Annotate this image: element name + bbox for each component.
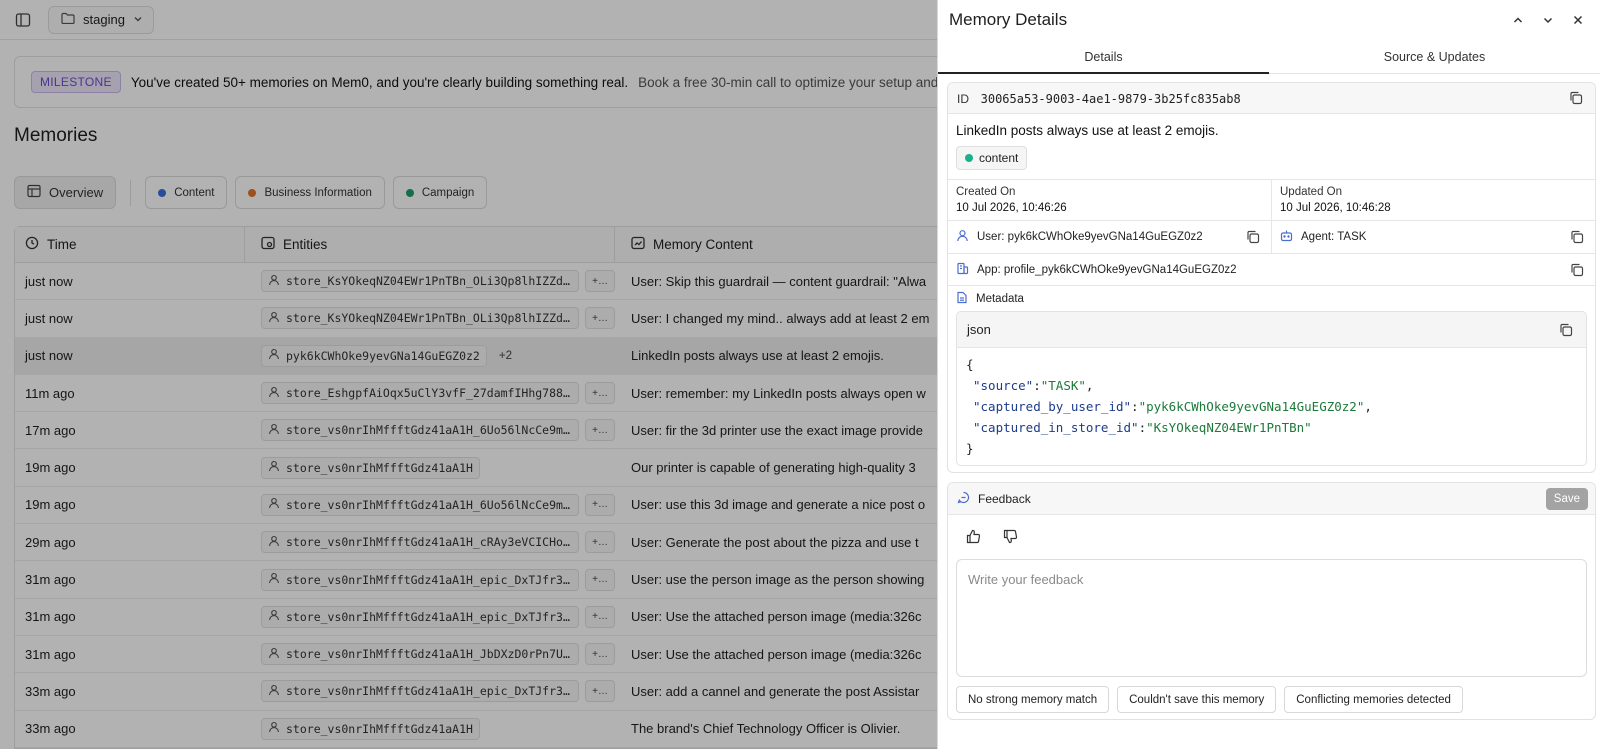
feedback-header: Feedback Save [948, 483, 1595, 515]
agent-entity: Agent: TASK [1271, 221, 1595, 253]
agent-value: Agent: TASK [1301, 231, 1367, 243]
chevron-down-icon[interactable] [1536, 8, 1560, 32]
memory-details-panel: Memory Details Details Source & Updates … [937, 0, 1600, 749]
user-value: User: pyk6kCWhOke9yevGNa14GuEGZ0z2 [977, 231, 1203, 243]
copy-icon[interactable] [1566, 88, 1586, 108]
reason-conflicting-button[interactable]: Conflicting memories detected [1284, 686, 1463, 713]
category-tag: content [956, 146, 1028, 170]
user-entity: User: pyk6kCWhOke9yevGNa14GuEGZ0z2 [948, 221, 1271, 253]
json-label: json [967, 322, 991, 337]
json-key: "captured_in_store_id" [973, 420, 1139, 435]
category-dot [965, 154, 973, 162]
panel-tabs: Details Source & Updates [938, 40, 1600, 74]
updated-on: Updated On 10 Jul 2026, 10:46:28 [1271, 180, 1595, 220]
updated-on-label: Updated On [1280, 186, 1343, 198]
feedback-reasons: No strong memory match Couldn't save thi… [948, 677, 1595, 713]
copy-icon[interactable] [1243, 227, 1263, 247]
json-value: "KsYOkeqNZ04EWr1PnTBn" [1146, 420, 1312, 435]
close-icon[interactable] [1566, 8, 1590, 32]
json-comma: , [1085, 378, 1094, 393]
metadata-label: Metadata [976, 292, 1024, 305]
updated-on-value: 10 Jul 2026, 10:46:28 [1280, 202, 1391, 214]
json-value: "pyk6kCWhOke9yevGNa14GuEGZ0z2" [1138, 399, 1365, 414]
copy-icon[interactable] [1556, 320, 1576, 340]
memory-text: LinkedIn posts always use at least 2 emo… [956, 123, 1219, 138]
json-line: "captured_in_store_id":"KsYOkeqNZ04EWr1P… [973, 420, 1312, 435]
memory-id-value: 30065a53-9003-4ae1-9879-3b25fc835ab8 [980, 91, 1241, 106]
app-value: App: profile_pyk6kCWhOke9yevGNa14GuEGZ0z… [977, 263, 1237, 276]
json-key: "captured_by_user_id" [973, 399, 1132, 414]
user-icon [956, 229, 969, 245]
save-feedback-button[interactable]: Save [1545, 487, 1588, 510]
json-open-brace: { [966, 357, 974, 372]
json-value: "TASK" [1040, 378, 1086, 393]
memory-id-row: ID 30065a53-9003-4ae1-9879-3b25fc835ab8 [948, 83, 1595, 114]
copy-icon[interactable] [1567, 227, 1587, 247]
panel-header: Memory Details [938, 0, 1600, 40]
id-label: ID [957, 91, 969, 106]
rating-buttons [948, 515, 1595, 547]
feedback-textarea[interactable]: Write your feedback [956, 559, 1587, 677]
json-header: json [957, 312, 1586, 348]
identity-row: User: pyk6kCWhOke9yevGNa14GuEGZ0z2 Agent… [948, 220, 1595, 253]
copy-icon[interactable] [1567, 260, 1587, 280]
json-content: { "source":"TASK", "captured_by_user_id"… [957, 348, 1586, 465]
json-line: "source":"TASK", [973, 378, 1094, 393]
document-icon [956, 291, 968, 307]
app-entity: App: profile_pyk6kCWhOke9yevGNa14GuEGZ0z… [948, 253, 1595, 285]
modal-backdrop[interactable] [0, 0, 937, 749]
metadata-json: json { "source":"TASK", "captured_by_use… [956, 311, 1587, 466]
reason-save-failed-button[interactable]: Couldn't save this memory [1117, 686, 1277, 713]
json-key: "source" [973, 378, 1034, 393]
metadata-header: Metadata [948, 285, 1595, 311]
created-on-value: 10 Jul 2026, 10:46:26 [956, 202, 1067, 214]
chat-icon [957, 491, 970, 507]
thumbs-up-icon[interactable] [966, 529, 981, 547]
reason-no-match-button[interactable]: No strong memory match [956, 686, 1110, 713]
timestamps: Created On 10 Jul 2026, 10:46:26 Updated… [948, 179, 1595, 220]
feedback-label: Feedback [978, 491, 1031, 506]
created-on: Created On 10 Jul 2026, 10:46:26 [948, 180, 1271, 220]
chevron-up-icon[interactable] [1506, 8, 1530, 32]
tab-source-updates[interactable]: Source & Updates [1269, 40, 1600, 73]
tab-details[interactable]: Details [938, 40, 1269, 74]
json-comma: , [1364, 399, 1372, 414]
created-on-label: Created On [956, 186, 1016, 198]
panel-title: Memory Details [949, 10, 1068, 29]
json-close-brace: } [966, 441, 974, 456]
category-tag-label: content [979, 151, 1019, 165]
memory-card: ID 30065a53-9003-4ae1-9879-3b25fc835ab8 … [947, 82, 1596, 473]
json-line: "captured_by_user_id":"pyk6kCWhOke9yevGN… [973, 399, 1372, 414]
robot-icon [1280, 229, 1293, 245]
feedback-card: Feedback Save Write your feedback No str… [947, 482, 1596, 720]
building-icon [956, 262, 969, 278]
thumbs-down-icon[interactable] [1003, 529, 1018, 547]
